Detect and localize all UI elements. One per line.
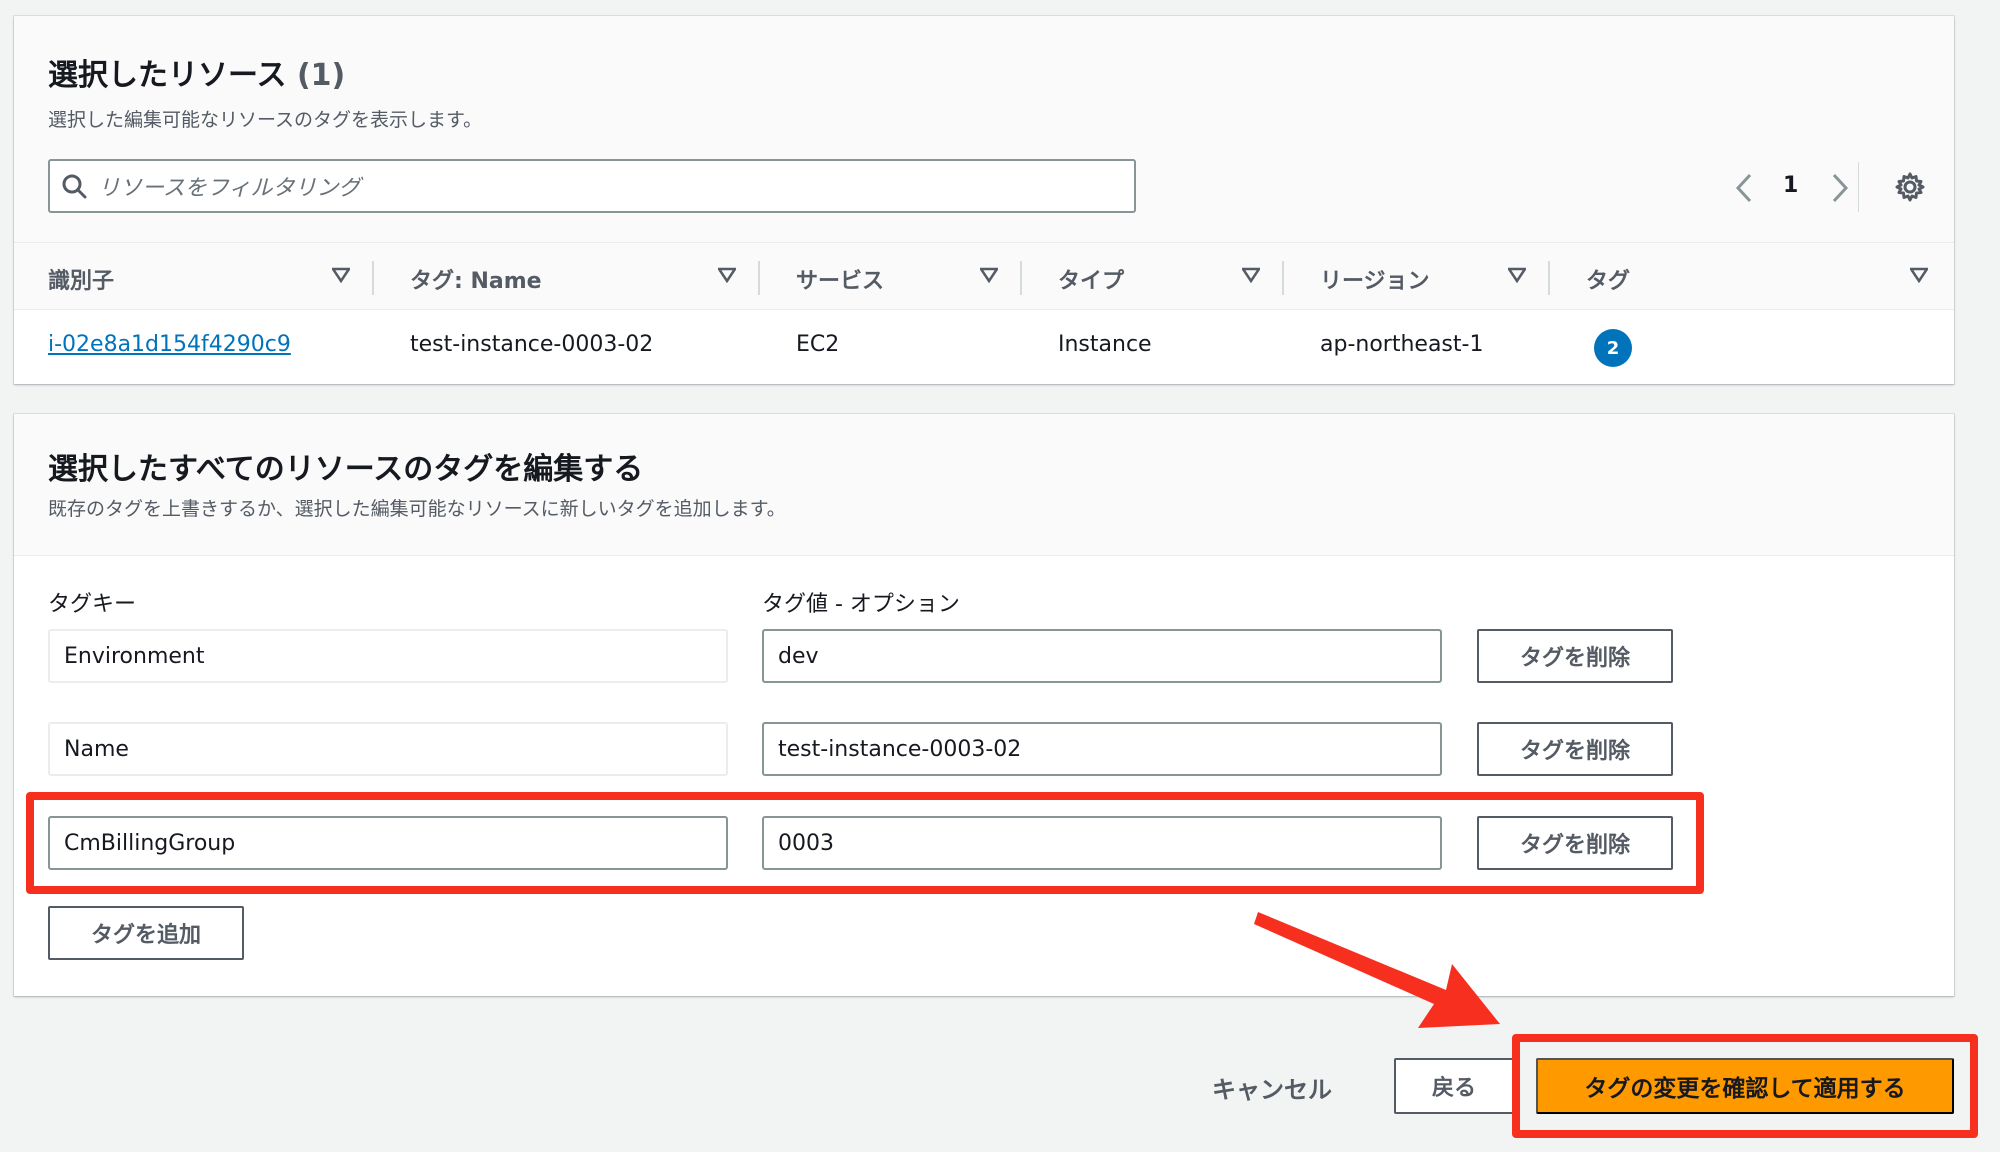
annotation-arrow-icon [1254, 912, 1500, 1028]
